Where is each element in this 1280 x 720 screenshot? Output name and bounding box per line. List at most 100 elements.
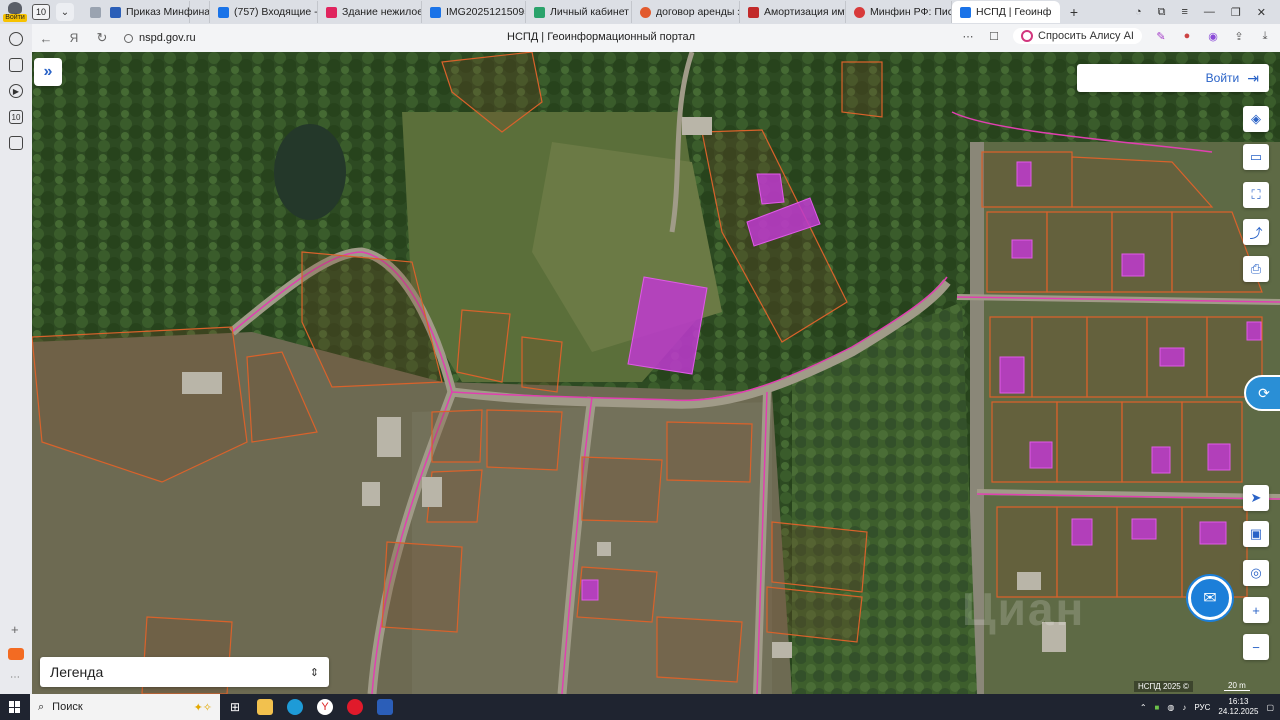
print-icon: ⎙ — [1250, 261, 1262, 276]
satellite-map[interactable] — [32, 52, 1280, 694]
opera-icon[interactable] — [340, 694, 370, 720]
tab-title: Амортизация иму — [764, 6, 846, 18]
downloads-icon[interactable]: ⤓ — [1258, 29, 1272, 43]
navigation-arrow-icon: ➤ — [1250, 490, 1262, 505]
add-icon[interactable]: + — [11, 622, 19, 637]
menu-icon[interactable]: ≡ — [1181, 6, 1187, 18]
collections-icon[interactable] — [9, 58, 23, 72]
ask-alisa-button[interactable]: Спросить Алису AI — [1013, 28, 1142, 44]
share-icon: ⤴ — [1249, 225, 1263, 241]
new-tab-button[interactable]: + — [1064, 2, 1084, 22]
alisa-icon — [1021, 30, 1034, 42]
bookmark-icon[interactable]: ☐ — [987, 29, 1001, 43]
start-button[interactable] — [0, 694, 30, 720]
page-title: НСПД | Геоинформационный портал — [507, 31, 696, 43]
legend-panel[interactable]: Легенда ⇕ — [40, 657, 329, 687]
reload-icon[interactable]: ↻ — [88, 30, 116, 46]
search-label: Поиск — [52, 701, 83, 713]
more-icon[interactable]: ⋯ — [10, 672, 20, 683]
tab-6[interactable]: договор аренды за — [632, 1, 740, 23]
layers-button[interactable]: ◈ — [1243, 106, 1269, 132]
close-window-icon[interactable]: ✕ — [1257, 6, 1266, 19]
bookmark-icon[interactable]: ⧉ — [1158, 6, 1166, 19]
yandex-browser-icon[interactable]: Y — [310, 694, 340, 720]
pen-icon[interactable]: ✎ — [1154, 29, 1168, 43]
share-button[interactable]: ⤴ — [1243, 219, 1269, 245]
tab-title: договор аренды за — [656, 6, 740, 18]
tab-3[interactable]: Здание нежилое ( — [318, 1, 422, 23]
tab-list-chevron-icon[interactable]: ⌄ — [56, 3, 74, 21]
chat-button[interactable]: ✉ — [1188, 576, 1232, 620]
sparkle-icon: ✦✧ — [193, 701, 212, 714]
taskbar-search[interactable]: ⌕ Поиск ✦✧ — [30, 694, 220, 720]
my-location-button[interactable]: ◎ — [1243, 560, 1269, 586]
language-indicator[interactable]: РУС — [1194, 703, 1210, 712]
layers-icon: ◈ — [1251, 111, 1261, 126]
mail-icon — [218, 6, 229, 18]
counter-icon[interactable]: 10 — [9, 110, 23, 124]
expand-panel-button[interactable]: » — [34, 58, 62, 86]
browser-sidebar: ▶ 10 + ⋯ — [0, 24, 32, 694]
map-attribution: НСПД 2025 © — [1134, 681, 1193, 692]
map-view[interactable]: Циан » Войти ⇥ ◈ ▭ ⛶ ⤴ ⎙ ⟳ ➤ ▣ ◎ + − ✉ Л… — [32, 52, 1280, 694]
tab-count-badge[interactable]: 10 — [32, 4, 50, 20]
tab-title: Минфин РФ: Письм — [870, 6, 951, 18]
scale-bar: 20 m — [1224, 681, 1250, 691]
page-icon — [90, 6, 101, 18]
site-info-icon[interactable] — [124, 33, 133, 43]
minimize-icon[interactable]: — — [1204, 6, 1215, 18]
url-field[interactable]: nspd.gov.ru — [124, 32, 196, 44]
pond — [274, 124, 346, 220]
network-icon[interactable]: ◍ — [1167, 703, 1174, 712]
tray-arrow-icon[interactable]: ⌃ — [1140, 703, 1147, 712]
extension-icon-2[interactable]: ◉ — [1206, 29, 1220, 43]
minimap-icon: ▣ — [1249, 526, 1263, 541]
address-actions: ⋯ ☐ Спросить Алису AI ✎ ● ◉ ⇪ ⤓ — [961, 28, 1272, 44]
tab-5[interactable]: Личный кабинет — [526, 1, 632, 23]
share-icon[interactable]: ⇪ — [1232, 29, 1246, 43]
screenshot-icon[interactable] — [9, 136, 23, 150]
minimap-button[interactable]: ▣ — [1243, 521, 1269, 547]
zoom-out-button[interactable]: − — [1243, 634, 1269, 660]
plus-icon: + — [1252, 602, 1260, 618]
history-icon[interactable] — [9, 32, 23, 46]
tab-title: НСПД | Геоинф — [976, 6, 1052, 18]
tab-4[interactable]: IMG202512150959 — [422, 1, 526, 23]
restore-icon[interactable]: ❐ — [1231, 6, 1241, 19]
back-icon[interactable]: ← — [32, 31, 60, 46]
tray-app-icon[interactable]: ■ — [1155, 703, 1160, 712]
more-options-icon[interactable]: ⋯ — [961, 29, 975, 43]
edge-icon[interactable] — [280, 694, 310, 720]
tab-1[interactable]: Приказ Минфина Р — [102, 1, 210, 23]
tab-2[interactable]: (757) Входящие - Г — [210, 1, 318, 23]
tab-title: (757) Входящие - Г — [234, 6, 318, 18]
word-icon[interactable] — [370, 694, 400, 720]
login-button[interactable]: Войти ⇥ — [1077, 64, 1269, 92]
profile-label: Войти — [3, 14, 27, 22]
locate-button[interactable]: ➤ — [1243, 485, 1269, 511]
print-button[interactable]: ⎙ — [1243, 256, 1269, 282]
tab-7[interactable]: Амортизация иму — [740, 1, 846, 23]
account-icon[interactable]: ◔ — [1135, 6, 1142, 18]
app-icon[interactable] — [8, 648, 24, 660]
extension-icon[interactable]: ● — [1180, 29, 1194, 43]
select-area-button[interactable]: ⛶ — [1243, 182, 1269, 208]
task-view-icon[interactable]: ⊞ — [220, 694, 250, 720]
favicon-icon — [326, 6, 337, 18]
tab-active[interactable]: НСПД | Геоинф ✕ — [952, 1, 1060, 23]
yandex-icon[interactable]: Я — [60, 31, 88, 45]
url-text: nspd.gov.ru — [139, 32, 196, 44]
favicon-icon — [110, 6, 121, 18]
zoom-in-button[interactable]: + — [1243, 597, 1269, 623]
favicon-icon — [534, 6, 545, 18]
clock[interactable]: 16:13 24.12.2025 — [1218, 697, 1258, 717]
play-icon[interactable]: ▶ — [9, 84, 23, 98]
measure-button[interactable]: ▭ — [1243, 144, 1269, 170]
notifications-icon[interactable]: ▢ — [1266, 703, 1274, 712]
assistant-button[interactable]: ⟳ — [1244, 375, 1280, 411]
volume-icon[interactable]: ♪ — [1182, 703, 1186, 712]
explorer-icon[interactable] — [250, 694, 280, 720]
tab-8[interactable]: Минфин РФ: Письм — [846, 1, 952, 23]
profile-button[interactable]: Войти — [0, 0, 30, 24]
expand-chevron-icon: ⇕ — [309, 666, 319, 679]
